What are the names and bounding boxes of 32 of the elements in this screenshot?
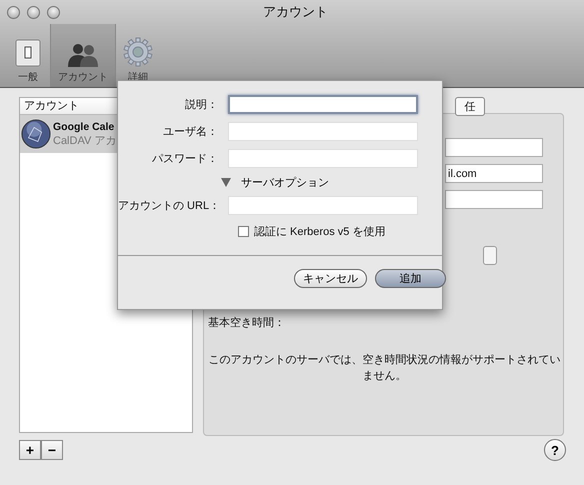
availability-label: 基本空き時間： bbox=[208, 316, 286, 330]
field-label: パスワード： bbox=[151, 152, 219, 166]
field-label: アカウントの URL： bbox=[118, 199, 222, 213]
window-title: アカウント bbox=[262, 3, 329, 21]
minimize-icon[interactable] bbox=[27, 6, 40, 18]
field-label: ユーザ名： bbox=[162, 125, 219, 139]
input-field[interactable] bbox=[228, 95, 418, 114]
zoom-icon[interactable] bbox=[47, 6, 60, 18]
remove-button[interactable]: − bbox=[41, 440, 63, 460]
text-field[interactable] bbox=[445, 190, 543, 209]
add-button[interactable]: 追加 bbox=[375, 269, 446, 288]
text-field[interactable]: il.com bbox=[445, 164, 543, 183]
help-button[interactable]: ? bbox=[544, 439, 566, 461]
toolbar-tab[interactable]: アカウント bbox=[50, 24, 116, 87]
disclosure-triangle-icon[interactable] bbox=[221, 178, 231, 186]
close-icon[interactable] bbox=[7, 6, 20, 18]
info-message: このアカウントのサーバでは、空き時間状況の情報がサポートされていません。 bbox=[208, 352, 561, 384]
toolbar-tab[interactable]: 一般 bbox=[6, 24, 50, 87]
add-button[interactable]: + bbox=[19, 440, 41, 460]
tab[interactable]: 任 bbox=[455, 97, 485, 116]
account-name: Google Cale bbox=[53, 120, 116, 132]
globe-icon bbox=[21, 119, 51, 149]
switch-icon bbox=[15, 39, 41, 67]
text-field[interactable] bbox=[445, 138, 543, 157]
account-row[interactable]: Google Cale CalDAV アカ bbox=[20, 115, 117, 153]
cancel-button[interactable]: キャンセル bbox=[294, 269, 367, 288]
people-icon bbox=[67, 43, 99, 67]
account-type: CalDAV アカ bbox=[53, 134, 116, 148]
checkbox[interactable]: 認証に Kerberos v5 を使用 bbox=[238, 219, 442, 243]
gear-icon bbox=[123, 37, 153, 67]
disclosure-toggle[interactable]: サーバオプション bbox=[221, 172, 442, 192]
popup-stepper[interactable] bbox=[483, 246, 497, 265]
